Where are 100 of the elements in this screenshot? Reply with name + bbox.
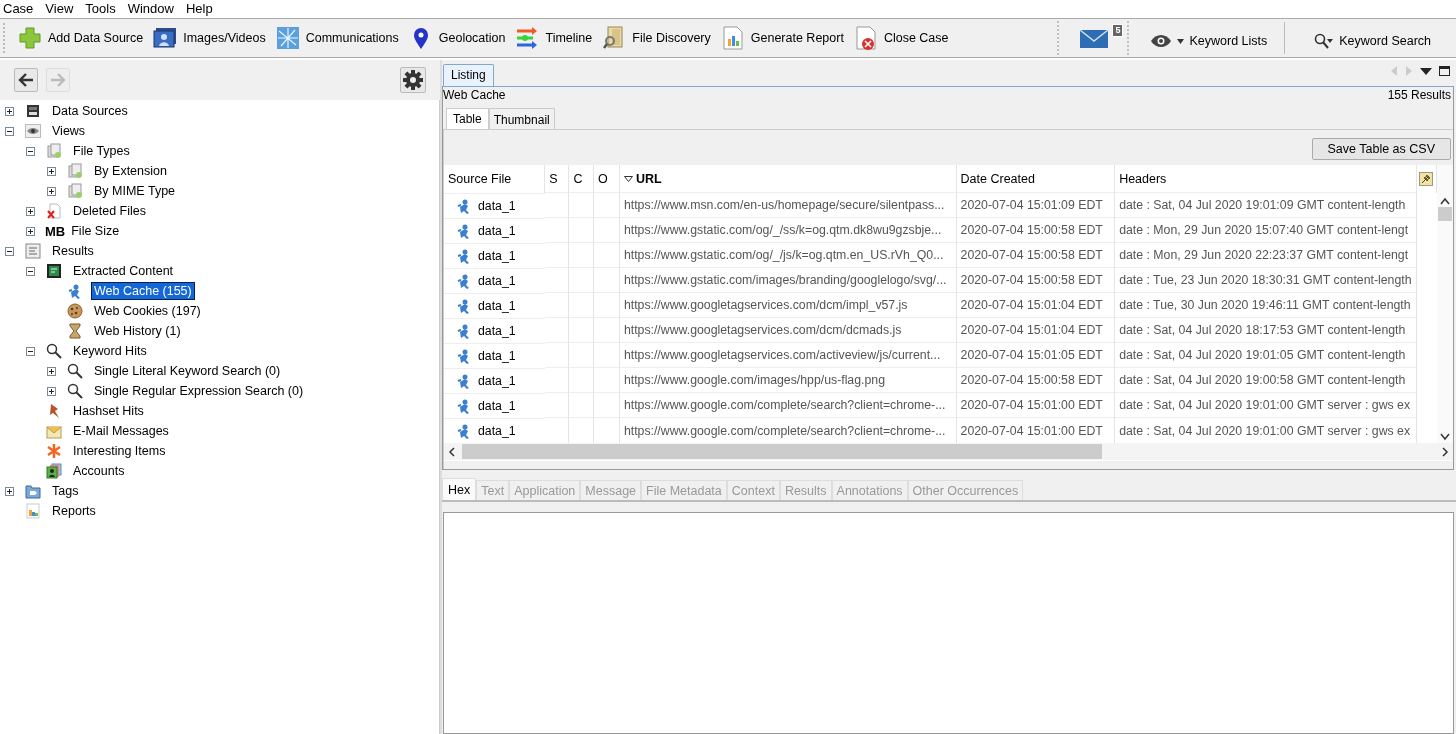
expand-toggle[interactable] — [47, 186, 56, 196]
collapse-toggle[interactable] — [5, 126, 14, 136]
tree-item[interactable]: Hashset Hits — [70, 402, 147, 420]
expand-toggle[interactable] — [47, 366, 56, 376]
toolbar-button[interactable]: Add Data Source — [13, 22, 149, 54]
tree-item[interactable]: Interesting Items — [70, 442, 169, 460]
tree-item[interactable]: E-Mail Messages — [70, 422, 172, 440]
vertical-scrollbar[interactable] — [1437, 165, 1453, 443]
scroll-left-icon[interactable] — [448, 446, 456, 457]
table-cell: https://www.googletagservices.com/activeview/js/current... — [619, 342, 957, 368]
tree-item[interactable]: Deleted Files — [70, 202, 149, 220]
terminal-icon — [46, 263, 62, 279]
column-header[interactable]: Headers — [1114, 165, 1416, 193]
table-cell: date : Sat, 04 Jul 2020 18:17:53 GMT content-length — [1114, 317, 1416, 343]
file-name: data_1 — [478, 198, 516, 213]
tree-item[interactable]: Single Literal Keyword Search (0) — [91, 362, 284, 380]
expand-toggle[interactable] — [26, 226, 35, 236]
eye-icon — [25, 123, 41, 139]
tree-item[interactable]: File Types — [70, 142, 133, 160]
tree-item[interactable]: By MIME Type — [91, 182, 179, 200]
toolbar-button[interactable]: Generate Report — [715, 22, 849, 54]
toolbar-button[interactable]: Timeline — [510, 22, 598, 54]
menu-item[interactable]: Tools — [85, 1, 116, 16]
sort-caret-icon — [623, 176, 633, 183]
menu-item[interactable]: Help — [185, 1, 213, 16]
web-cache-icon — [67, 283, 83, 299]
file-name: data_1 — [478, 223, 516, 238]
maximize-icon[interactable] — [1439, 66, 1450, 76]
table-cell: https://www.gstatic.com/og/_/ss/k=og.qtm.dk8wu9gzsbje... — [619, 217, 957, 243]
scroll-thumb[interactable] — [462, 444, 1102, 459]
tree-item[interactable]: Keyword Hits — [70, 342, 150, 360]
table-cell: 2020-07-04 15:00:58 EDT — [956, 217, 1115, 243]
table-cell: date : Tue, 30 Jun 2020 19:46:11 GMT content-length — [1114, 292, 1416, 318]
tree-item[interactable]: Results — [49, 242, 97, 260]
collapse-toggle[interactable] — [26, 346, 35, 356]
expand-toggle[interactable] — [5, 106, 14, 116]
column-chooser-icon[interactable] — [1418, 171, 1433, 186]
tree-item[interactable]: Extracted Content — [70, 262, 177, 280]
save-csv-button[interactable]: Save Table as CSV — [1311, 138, 1451, 160]
horizontal-scrollbar[interactable] — [444, 443, 1453, 460]
menu-item[interactable]: View — [45, 1, 74, 16]
expand-toggle[interactable] — [47, 386, 56, 396]
expand-toggle[interactable] — [47, 166, 56, 176]
tree-item[interactable]: Reports — [49, 502, 99, 520]
tree-item[interactable]: By Extension — [91, 162, 170, 180]
view-tab[interactable]: Thumbnail — [488, 108, 555, 129]
tree-item[interactable]: File Size — [68, 222, 123, 240]
expand-toggle[interactable] — [26, 206, 35, 216]
keyword-search-button[interactable]: Keyword Search — [1309, 25, 1436, 57]
scroll-thumb[interactable] — [1438, 207, 1452, 221]
table-cell: date : Sat, 04 Jul 2020 19:01:00 GMT server : gws ex — [1114, 392, 1416, 418]
close-document-icon — [853, 26, 878, 50]
column-header[interactable]: Source File — [444, 165, 545, 193]
tree-item[interactable]: Data Sources — [49, 102, 131, 120]
menu-item[interactable]: Window — [127, 1, 174, 16]
table-cell: https://www.gstatic.com/images/branding/googlelogo/svg/... — [619, 267, 957, 293]
tree-item[interactable]: Web Cache (155) — [91, 282, 195, 300]
expand-toggle[interactable] — [5, 486, 14, 496]
toolbar-button[interactable]: Images/Videos — [148, 22, 271, 54]
column-header[interactable]: C — [568, 165, 594, 193]
tree-item[interactable]: Single Regular Expression Search (0) — [91, 382, 307, 400]
file-name: data_1 — [478, 348, 516, 363]
table-cell: https://www.googletagservices.com/dcm/dcmads.js — [619, 317, 957, 343]
file-name: data_1 — [478, 373, 516, 388]
right-arrow-icon — [50, 73, 66, 87]
toolbar-button[interactable]: Geolocation — [403, 22, 511, 54]
tree-item[interactable]: Web Cookies (197) — [91, 302, 204, 320]
back-button[interactable] — [14, 68, 38, 92]
tree-item[interactable]: Views — [49, 122, 89, 140]
toolbar-button[interactable]: File Discovery — [597, 22, 716, 54]
toolbar-button[interactable]: Close Case — [848, 22, 954, 54]
column-header[interactable]: O — [593, 165, 620, 193]
view-tab[interactable]: Table — [446, 108, 489, 129]
scroll-down-icon[interactable] — [1440, 433, 1450, 441]
settings-button[interactable] — [400, 67, 426, 93]
menu-item[interactable]: Case — [3, 1, 34, 16]
column-header[interactable]: URL — [619, 165, 957, 193]
tree-item[interactable]: Accounts — [70, 462, 128, 480]
scroll-right-icon[interactable] — [1441, 446, 1449, 457]
collapse-toggle[interactable] — [5, 246, 14, 256]
listing-tab[interactable]: Listing — [443, 64, 494, 86]
content-tab[interactable]: Hex — [442, 478, 477, 500]
keyword-lists-button[interactable]: Keyword Lists — [1145, 25, 1273, 57]
toolbar-button[interactable]: Communications — [270, 22, 404, 54]
column-header[interactable]: Date Created — [956, 165, 1115, 193]
web-cache-icon — [456, 197, 472, 214]
column-header[interactable]: S — [544, 165, 569, 193]
collapse-toggle[interactable] — [26, 146, 35, 156]
web-cache-icon — [456, 347, 472, 364]
table-cell: 2020-07-04 15:01:04 EDT — [956, 292, 1115, 318]
collapse-toggle[interactable] — [26, 266, 35, 276]
scroll-up-icon[interactable] — [1440, 197, 1450, 205]
dropdown-icon[interactable] — [1420, 68, 1432, 76]
settings-icon — [403, 70, 423, 90]
caret-icon — [1177, 38, 1185, 44]
table-cell: date : Tue, 23 Jun 2020 18:30:31 GMT content-length — [1114, 267, 1416, 293]
size-label: MB — [45, 223, 66, 239]
tree-item[interactable]: Web History (1) — [91, 322, 184, 340]
tree-item[interactable]: Tags — [49, 482, 82, 500]
web-cache-icon — [456, 397, 472, 414]
